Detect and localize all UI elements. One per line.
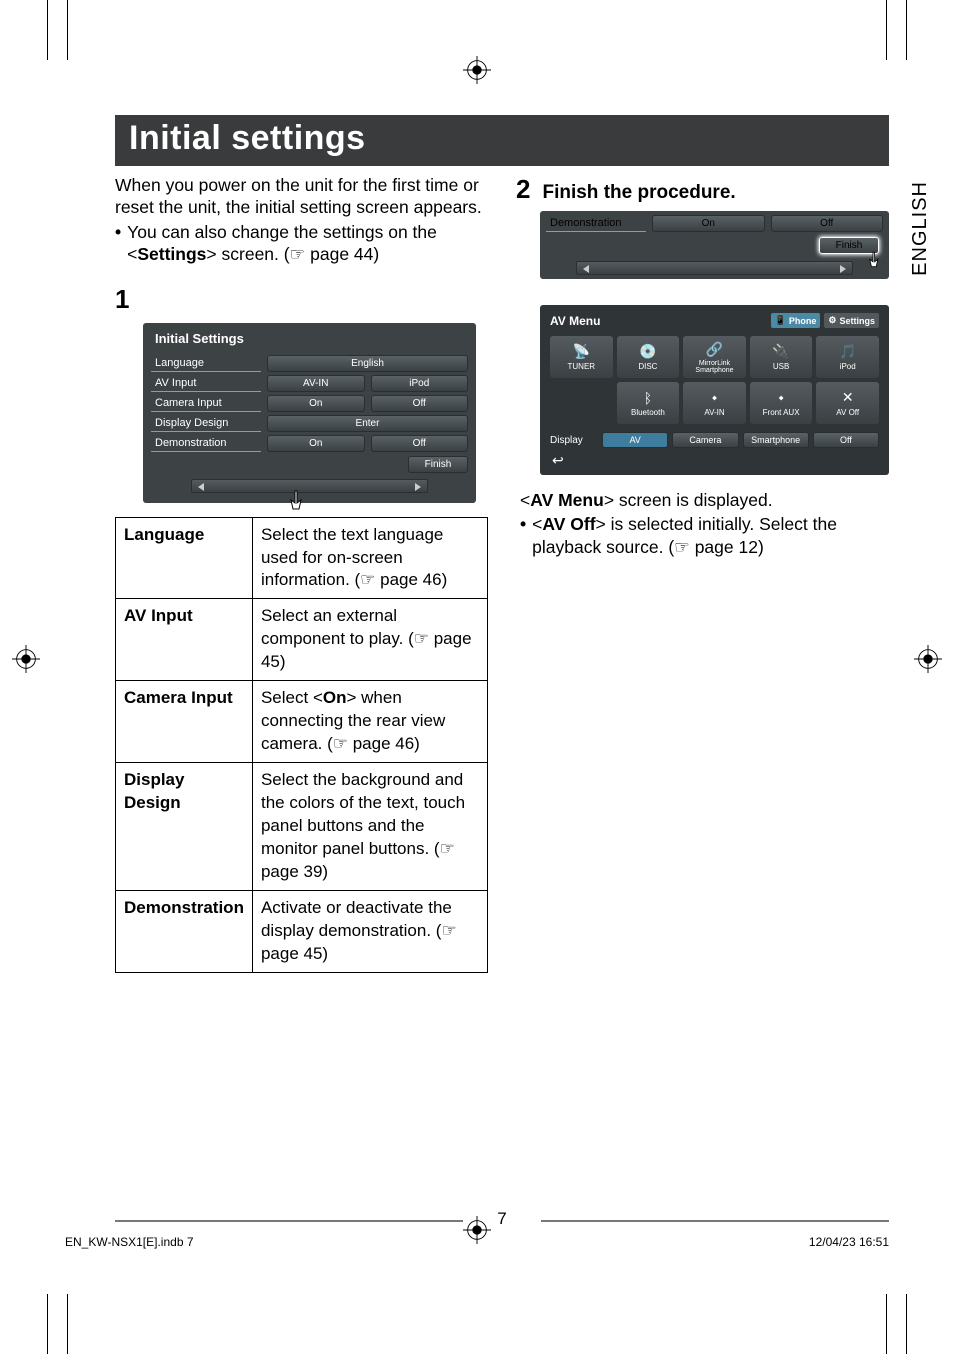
row-demo-label: Demonstration	[151, 435, 261, 452]
settings-description-table: Language Select the text language used f…	[115, 517, 488, 973]
table-key-avinput: AV Input	[116, 599, 253, 681]
step-2-title: Finish the procedure.	[542, 182, 735, 204]
avoff-source[interactable]: ✕AV Off	[816, 382, 879, 424]
disc-icon: 💿	[639, 343, 656, 360]
display-off-button[interactable]: Off	[813, 432, 879, 448]
registration-mark-icon	[463, 56, 491, 84]
mirrorlink-source[interactable]: 🔗MirrorLink Smartphone	[683, 336, 746, 378]
avin-source[interactable]: ⬩AV-IN	[683, 382, 746, 424]
left-column: When you power on the unit for the first…	[115, 174, 488, 973]
table-val-avinput: Select an external component to play. (☞…	[252, 599, 487, 681]
footer-rule	[115, 1220, 463, 1222]
disc-source[interactable]: 💿DISC	[617, 336, 680, 378]
print-footer: EN_KW-NSX1[E].indb 7 12/04/23 16:51	[65, 1235, 889, 1249]
settings-button[interactable]: ⚙Settings	[824, 313, 879, 328]
demo-off-button[interactable]: Off	[371, 435, 469, 452]
avin-icon: ⬩	[712, 389, 717, 406]
row-avinput-label: AV Input	[151, 375, 261, 392]
display-camera-button[interactable]: Camera	[672, 432, 738, 448]
table-key-camera: Camera Input	[116, 681, 253, 763]
frontaux-icon: ⬩	[779, 389, 784, 406]
hand-cursor-icon	[280, 487, 310, 517]
table-val-camera: Select <On> when connecting the rear vie…	[252, 681, 487, 763]
intro-bullet: • You can also change the settings on th…	[115, 221, 488, 266]
footer-rule	[541, 1220, 889, 1222]
english-button[interactable]: English	[267, 355, 468, 372]
av-menu-screenshot: AV Menu 📱Phone ⚙Settings 📡TUNER 💿DISC 🔗M…	[540, 305, 889, 475]
display-label: Display	[550, 435, 598, 446]
intro-paragraph: When you power on the unit for the first…	[115, 174, 488, 219]
strip-on-button[interactable]: On	[652, 215, 765, 232]
mirrorlink-icon: 🔗	[706, 341, 723, 358]
step-1-number: 1	[115, 284, 488, 315]
strip-off-button[interactable]: Off	[771, 215, 884, 232]
table-val-display: Select the background and the colors of …	[252, 763, 487, 891]
tuner-source[interactable]: 📡TUNER	[550, 336, 613, 378]
avoff-icon: ✕	[842, 389, 854, 406]
back-button[interactable]: ↩	[546, 448, 883, 469]
strip-scroll-bar[interactable]	[576, 261, 853, 275]
hand-cursor-icon	[861, 249, 885, 273]
row-language-label: Language	[151, 355, 261, 372]
registration-mark-icon	[12, 645, 40, 673]
ipod-button[interactable]: iPod	[371, 375, 469, 392]
table-key-demo: Demonstration	[116, 890, 253, 972]
tuner-icon: 📡	[573, 343, 590, 360]
finish-screenshot-group: Demonstration On Off Finish AV Menu	[540, 211, 889, 475]
initial-settings-screenshot: Initial Settings Language English AV Inp…	[143, 323, 476, 503]
display-smartphone-button[interactable]: Smartphone	[743, 432, 809, 448]
phone-icon: 📱	[775, 315, 786, 326]
phone-button[interactable]: 📱Phone	[771, 313, 821, 328]
frontaux-source[interactable]: ⬩Front AUX	[750, 382, 813, 424]
demo-on-button[interactable]: On	[267, 435, 365, 452]
demonstration-strip: Demonstration On Off Finish	[540, 211, 889, 279]
strip-demo-label: Demonstration	[546, 215, 646, 232]
table-val-demo: Activate or deactivate the display demon…	[252, 890, 487, 972]
footer-timestamp: 12/04/23 16:51	[809, 1235, 889, 1249]
footer-filename: EN_KW-NSX1[E].indb 7	[65, 1235, 194, 1249]
av-menu-title: AV Menu	[550, 314, 600, 328]
usb-source[interactable]: 🔌USB	[750, 336, 813, 378]
page-heading: Initial settings	[115, 115, 889, 166]
table-val-language: Select the text language used for on-scr…	[252, 517, 487, 599]
row-displaydesign-label: Display Design	[151, 415, 261, 432]
enter-button[interactable]: Enter	[267, 415, 468, 432]
ipod-icon: 🎵	[839, 343, 856, 360]
source-icon-grid: 📡TUNER 💿DISC 🔗MirrorLink Smartphone 🔌USB…	[546, 334, 883, 426]
row-camera-label: Camera Input	[151, 395, 261, 412]
avoff-bullet: • <AV Off> is selected initially. Select…	[520, 513, 889, 558]
avin-button[interactable]: AV-IN	[267, 375, 365, 392]
right-column: 2 Finish the procedure. Demonstration On…	[516, 174, 889, 973]
scroll-bar[interactable]	[191, 479, 428, 493]
ipod-source[interactable]: 🎵iPod	[816, 336, 879, 378]
page-number: 7	[497, 1209, 506, 1229]
language-tab: ENGLISH	[907, 175, 937, 282]
camera-on-button[interactable]: On	[267, 395, 365, 412]
gear-icon: ⚙	[828, 315, 836, 326]
display-av-button[interactable]: AV	[602, 432, 668, 448]
bluetooth-icon: ᛒ	[644, 390, 652, 406]
step-2-number: 2	[516, 174, 530, 205]
camera-off-button[interactable]: Off	[371, 395, 469, 412]
registration-mark-icon	[914, 645, 942, 673]
table-key-display: DisplayDesign	[116, 763, 253, 891]
bluetooth-source[interactable]: ᛒBluetooth	[617, 382, 680, 424]
table-key-language: Language	[116, 517, 253, 599]
initial-settings-title: Initial Settings	[151, 329, 468, 352]
finish-button[interactable]: Finish	[408, 456, 468, 473]
avmenu-note: <AV Menu> screen is displayed.	[520, 489, 889, 511]
usb-icon: 🔌	[772, 343, 789, 360]
